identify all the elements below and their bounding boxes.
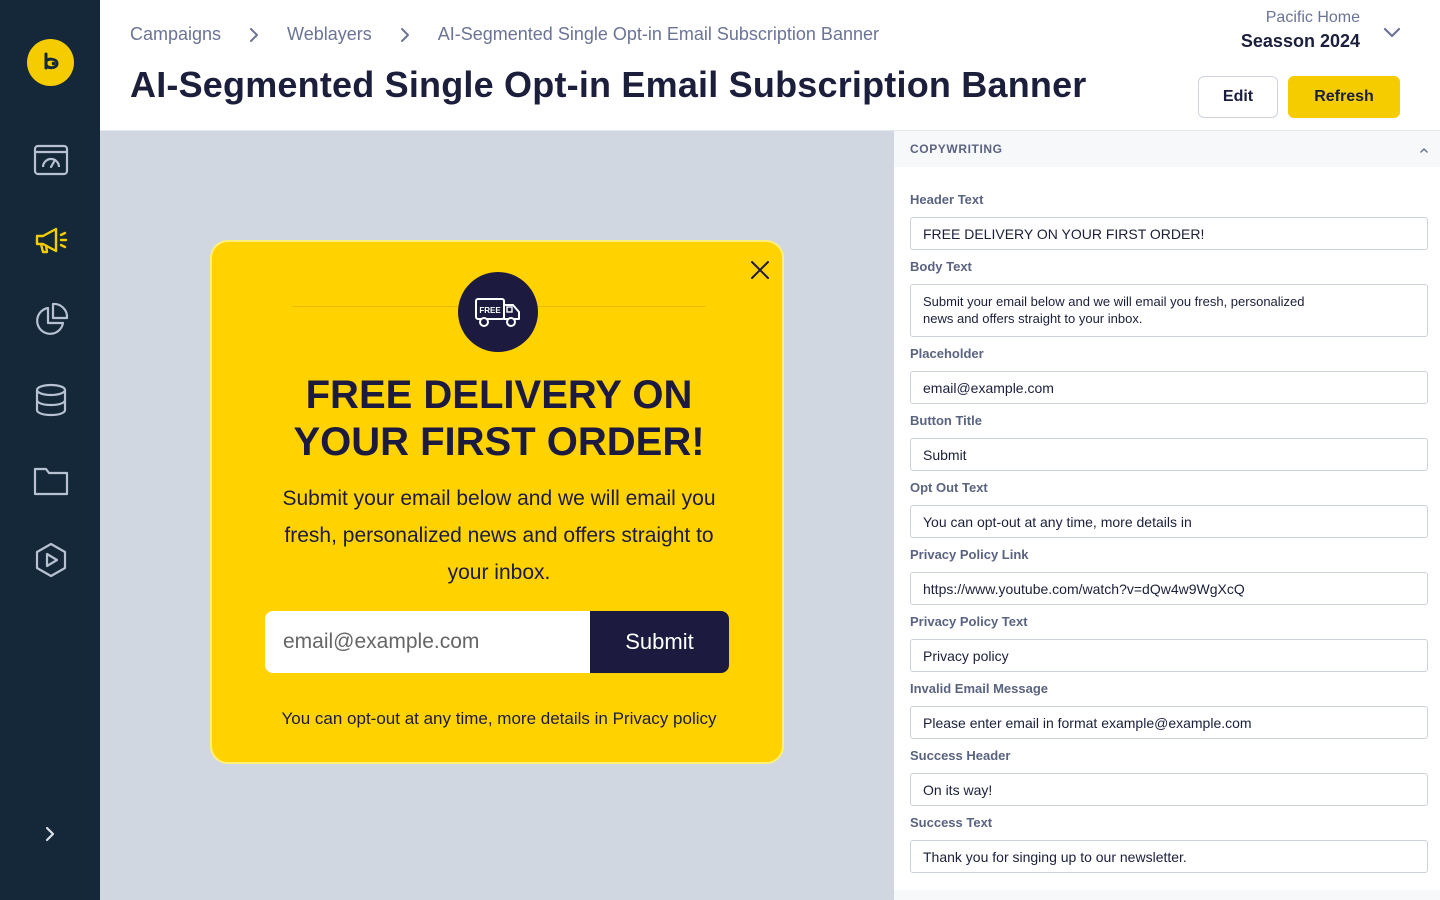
success-text-field[interactable]: [910, 840, 1428, 873]
nav-data[interactable]: [30, 379, 72, 421]
pie-chart-icon: [36, 302, 69, 335]
section-title: COPYWRITING: [910, 142, 1003, 156]
placeholder-label: Placeholder: [910, 346, 984, 361]
optout-text: You can opt-out at any time, more detail…: [281, 709, 608, 728]
panel-footer-strip: [894, 890, 1440, 900]
banner-optout: You can opt-out at any time, more detail…: [242, 709, 756, 729]
delivery-badge: FREE: [458, 272, 538, 352]
project-name: Pacific Home: [1265, 9, 1360, 26]
privacy-policy-link-label: Privacy Policy Link: [910, 547, 1029, 562]
megaphone-icon: [35, 227, 68, 254]
page-title: AI-Segmented Single Opt-in Email Subscri…: [130, 64, 1087, 105]
privacy-policy-link[interactable]: Privacy policy: [613, 709, 717, 728]
banner-body: Submit your email below and we will emai…: [252, 480, 746, 591]
success-header-label: Success Header: [910, 748, 1011, 763]
sidebar: [0, 0, 100, 900]
invalid-email-message-field[interactable]: [910, 706, 1428, 739]
app-logo[interactable]: [27, 39, 74, 86]
delivery-truck-icon: FREE: [475, 298, 520, 327]
placeholder-field[interactable]: [910, 371, 1428, 404]
nav-media[interactable]: [30, 539, 72, 581]
nav-analytics[interactable]: [30, 299, 72, 341]
button-title-field[interactable]: [910, 438, 1428, 471]
banner-header-line: YOUR FIRST ORDER!: [293, 420, 705, 464]
success-text-label: Success Text: [910, 815, 993, 830]
banner-body-line: fresh, personalized news and offers stra…: [284, 524, 714, 547]
banner-body-line: your inbox.: [447, 561, 551, 584]
banner-header-line: FREE DELIVERY ON: [305, 373, 693, 417]
chevron-down-icon[interactable]: [1380, 20, 1404, 44]
banner-submit-button[interactable]: Submit: [590, 611, 729, 673]
nav-dashboard[interactable]: [30, 139, 72, 181]
breadcrumb: Campaigns Weblayers AI-Segmented Single …: [130, 24, 879, 45]
opt-out-text-label: Opt Out Text: [910, 480, 988, 495]
expand-sidebar-button[interactable]: [36, 820, 64, 848]
privacy-policy-text-label: Privacy Policy Text: [910, 614, 1028, 629]
project-selector[interactable]: Pacific Home Seasson 2024: [1241, 8, 1360, 54]
body-text-field[interactable]: Submit your email below and we will emai…: [910, 284, 1428, 337]
refresh-button[interactable]: Refresh: [1288, 76, 1400, 118]
database-icon: [35, 383, 67, 417]
close-icon[interactable]: [748, 258, 772, 282]
badge-text: FREE: [479, 306, 501, 315]
copywriting-panel: COPYWRITING Header Text Body Text Submit…: [894, 131, 1440, 900]
opt-out-text-field[interactable]: [910, 505, 1428, 538]
dashboard-icon: [33, 144, 69, 176]
banner-body-line: Submit your email below and we will emai…: [282, 487, 716, 510]
privacy-policy-link-field[interactable]: [910, 572, 1428, 605]
body-text-label: Body Text: [910, 259, 972, 274]
chevron-right-icon: [244, 25, 264, 45]
folder-icon: [33, 467, 69, 496]
privacy-policy-text-field[interactable]: [910, 639, 1428, 672]
breadcrumb-weblayers[interactable]: Weblayers: [287, 24, 372, 45]
nav-files[interactable]: [30, 459, 72, 501]
subscription-banner: FREE FREE DELIVERY ON YOUR FIRST ORDER! …: [210, 240, 784, 764]
copywriting-section-header[interactable]: COPYWRITING: [894, 131, 1440, 167]
nav-campaigns[interactable]: [30, 219, 72, 261]
project-season: Seasson 2024: [1240, 31, 1360, 51]
header-text-field[interactable]: [910, 217, 1428, 250]
edit-button[interactable]: Edit: [1198, 76, 1278, 118]
chevron-right-icon: [45, 826, 55, 842]
invalid-email-message-label: Invalid Email Message: [910, 681, 1049, 696]
breadcrumb-current: AI-Segmented Single Opt-in Email Subscri…: [437, 24, 879, 44]
play-icon: [35, 542, 67, 578]
page-header: Campaigns Weblayers AI-Segmented Single …: [100, 0, 1440, 131]
logo-glyph: [44, 52, 59, 69]
header-text-label: Header Text: [910, 192, 984, 207]
banner-preview-area: FREE FREE DELIVERY ON YOUR FIRST ORDER! …: [100, 131, 894, 900]
banner-header: FREE DELIVERY ON YOUR FIRST ORDER!: [242, 372, 756, 466]
banner-email-input[interactable]: [265, 611, 591, 673]
success-header-field[interactable]: [910, 773, 1428, 806]
chevron-up-icon[interactable]: [1418, 144, 1430, 156]
button-title-label: Button Title: [910, 413, 982, 428]
chevron-right-icon: [395, 25, 415, 45]
breadcrumb-campaigns[interactable]: Campaigns: [130, 24, 221, 45]
